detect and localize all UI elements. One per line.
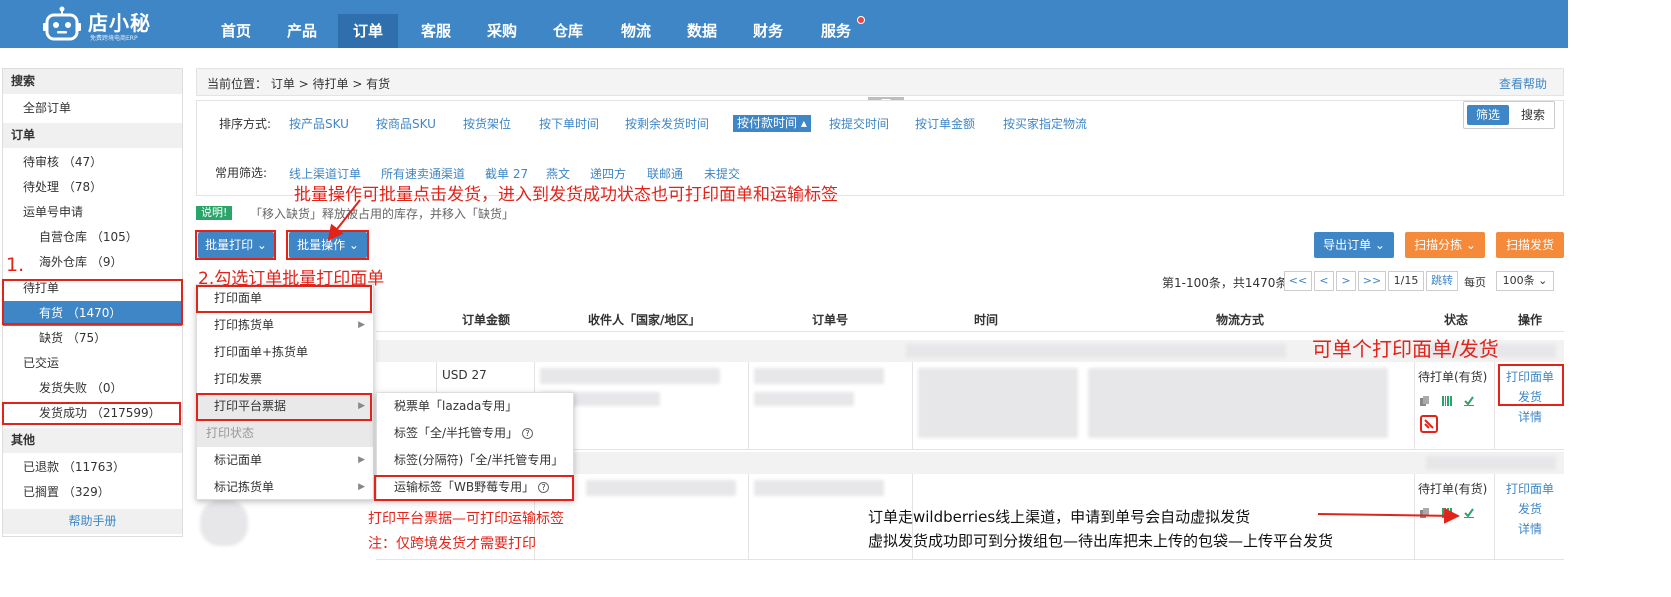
arrow-batch-ops <box>327 199 361 242</box>
arrow-wb-status <box>1317 507 1460 524</box>
annotation-arrows <box>327 199 1460 524</box>
